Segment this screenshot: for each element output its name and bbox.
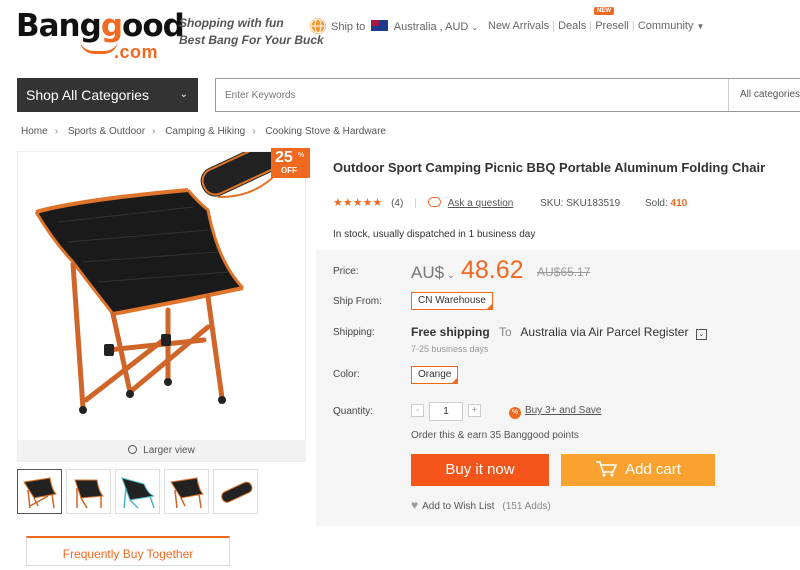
sold-label: Sold: <box>644 198 668 209</box>
frequently-buy-together-tab[interactable]: Frequently Buy Together <box>26 536 230 566</box>
magnifier-icon <box>128 445 138 454</box>
buy3-save-link[interactable]: % Buy 3+ and Save <box>509 405 601 419</box>
shipping-to: To <box>499 325 512 339</box>
chevron-right-icon: › <box>152 126 156 137</box>
buy-now-button[interactable]: Buy it now <box>411 454 549 486</box>
purchase-panel <box>316 250 800 526</box>
slogan-line-1: Shopping with fun <box>179 16 284 30</box>
color-label: Color: <box>333 369 360 380</box>
currency-selector[interactable]: AU$ ⌄ <box>411 263 455 283</box>
ship-to-selector[interactable]: Ship to Australia , AUD ⌄ <box>331 20 478 33</box>
stock-status: In stock, usually dispatched in 1 busine… <box>333 229 536 240</box>
thumbnail-1[interactable] <box>17 469 62 514</box>
ask-question-link[interactable]: Ask a question <box>448 198 514 209</box>
price-label: Price: <box>333 266 359 277</box>
caret-down-icon: ▼ <box>696 22 705 31</box>
chevron-down-icon: ⌄ <box>471 23 479 32</box>
star-rating: ★★★★★ <box>333 197 383 209</box>
breadcrumb-camping[interactable]: Camping & Hiking <box>165 126 245 137</box>
new-badge: NEW <box>594 7 614 15</box>
free-shipping: Free shipping <box>411 325 490 339</box>
breadcrumb-home[interactable]: Home <box>21 126 48 137</box>
wishlist-link[interactable]: ♥ Add to Wish List (151 Adds) <box>411 498 551 512</box>
chevron-down-icon: ⌄ <box>179 89 188 100</box>
quantity-input[interactable]: 1 <box>429 402 463 421</box>
quantity-label: Quantity: <box>333 406 374 417</box>
thumbnail-2[interactable] <box>66 469 111 514</box>
search-scope-select[interactable]: All categories <box>728 79 800 111</box>
thumbnail-3[interactable] <box>115 469 160 514</box>
thumbnail-5[interactable] <box>213 469 258 514</box>
original-price: AU$65.17 <box>537 265 591 279</box>
breadcrumb-cooking[interactable]: Cooking Stove & Hardware <box>265 126 386 137</box>
sold-value: 410 <box>670 198 688 209</box>
shipping-method: Free shipping To Australia via Air Parce… <box>411 325 707 340</box>
sku-value: SKU183519 <box>566 198 621 209</box>
ship-to-label: Ship to <box>331 21 366 33</box>
nav-deals[interactable]: Deals <box>558 20 586 32</box>
review-count[interactable]: (4) <box>391 198 403 209</box>
chevron-right-icon: › <box>252 126 256 137</box>
top-nav: New Arrivals | Deals | Presell | Communi… <box>488 20 705 32</box>
thumbnail-4[interactable] <box>164 469 209 514</box>
discount-off: OFF <box>281 166 297 175</box>
breadcrumb: Home › Sports & Outdoor › Camping & Hiking… <box>21 126 386 137</box>
search-input[interactable] <box>216 79 726 111</box>
wishlist-count: (151 Adds) <box>502 501 551 512</box>
discount-percent: % <box>298 152 305 159</box>
globe-icon <box>310 18 326 34</box>
nav-community[interactable]: Community <box>638 20 694 32</box>
nav-new-arrivals[interactable]: New Arrivals <box>488 20 549 32</box>
color-option-orange[interactable]: Orange <box>411 366 459 384</box>
discount-value: 25 <box>275 149 293 166</box>
folding-chair-image <box>34 152 288 414</box>
product-title: Outdoor Sport Camping Picnic BBQ Portabl… <box>333 160 766 175</box>
add-cart-label: Add cart <box>625 461 681 478</box>
sku-label: SKU: <box>540 198 564 209</box>
discount-badge: 25 % OFF <box>271 148 310 178</box>
shipping-label: Shipping: <box>333 327 375 338</box>
buy3-label: Buy 3+ and Save <box>525 405 602 416</box>
breadcrumb-sports[interactable]: Sports & Outdoor <box>68 126 145 137</box>
nav-presell[interactable]: Presell <box>595 20 629 32</box>
chevron-right-icon: › <box>54 126 59 137</box>
chevron-down-icon: ⌄ <box>447 270 455 280</box>
currency-symbol: AU$ <box>411 263 445 282</box>
shipping-destination: Australia via Air Parcel Register <box>520 325 689 339</box>
increase-button[interactable]: + <box>468 404 481 417</box>
country-label: Australia <box>393 21 437 33</box>
shop-all-categories-button[interactable]: Shop All Categories ⌄ <box>17 78 198 112</box>
slogan: Shopping with fun Best Bang For Your Buc… <box>179 15 324 49</box>
ship-from-label: Ship From: <box>333 296 382 307</box>
categories-label: Shop All Categories <box>26 87 149 103</box>
banggood-logo[interactable]: Banggood .com <box>16 8 185 62</box>
points-info: Order this & earn 35 Banggood points <box>411 430 579 441</box>
delivery-time: 7-25 business days <box>411 344 489 354</box>
search-bar: All categories <box>215 78 800 112</box>
logo-wordmark: Banggood <box>16 8 185 44</box>
currency-label: AUD <box>445 21 469 33</box>
add-cart-button[interactable]: Add cart <box>561 454 715 486</box>
shipping-dropdown-icon[interactable]: ⌄ <box>695 329 707 340</box>
current-price: 48.62 <box>461 256 524 284</box>
wishlist-label: Add to Wish List <box>422 501 495 512</box>
product-main-image[interactable] <box>17 151 306 462</box>
australia-flag-icon <box>371 20 389 31</box>
heart-icon: ♥ <box>411 498 419 512</box>
rating-row: ★★★★★ (4) | Ask a question SKU: SKU18351… <box>333 197 688 209</box>
logo-com: .com <box>114 42 159 62</box>
larger-view-label: Larger view <box>143 445 195 456</box>
decrease-button[interactable]: - <box>411 404 424 417</box>
chat-bubble-icon <box>427 197 441 207</box>
cart-icon <box>595 458 618 490</box>
slogan-line-2: Best Bang For Your Buck <box>179 33 324 47</box>
larger-view-button[interactable]: Larger view <box>18 440 305 461</box>
logo-smile-shape <box>80 40 118 54</box>
warehouse-option[interactable]: CN Warehouse <box>411 292 493 310</box>
discount-icon: % <box>509 407 521 419</box>
